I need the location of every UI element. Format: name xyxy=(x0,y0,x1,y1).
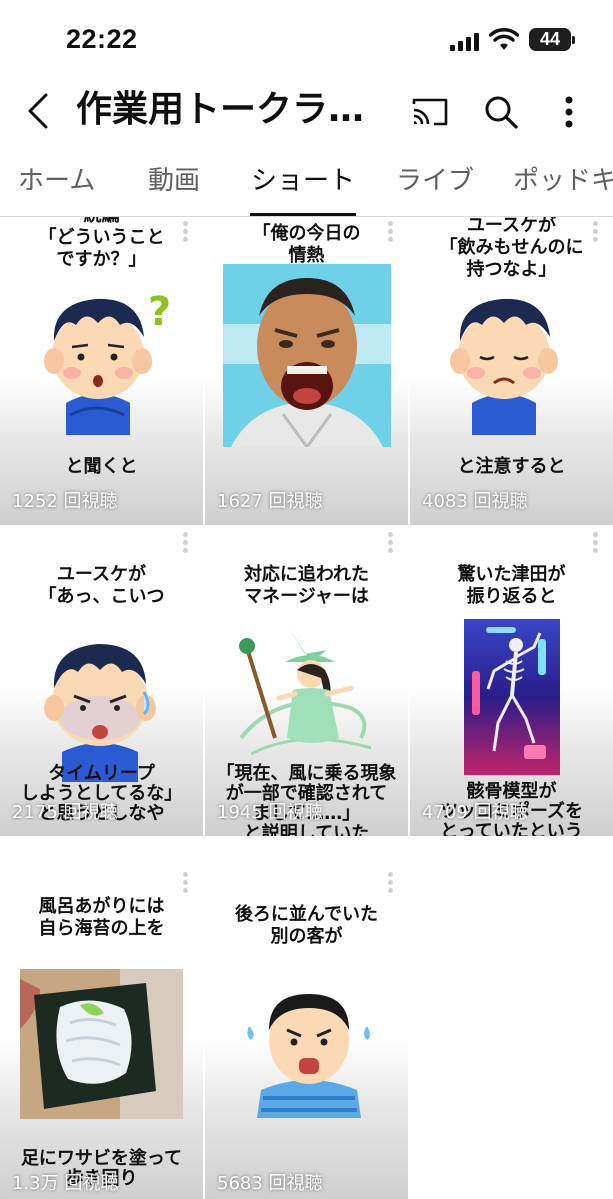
channel-title: 作業用トークラ… xyxy=(76,89,365,130)
channel-header: 作業用トークラ… xyxy=(0,80,613,142)
thumbnail-caption-top: 続編 「どういうこと ですか？」 xyxy=(0,217,203,271)
card-more-icon[interactable] xyxy=(183,221,189,243)
thumbnail-caption-top: 対応に追われた マネージャーは xyxy=(205,564,408,608)
cellular-signal-icon xyxy=(450,33,479,51)
card-more-icon[interactable] xyxy=(388,872,394,894)
caption-line: 振り返ると xyxy=(466,586,557,607)
card-more-icon[interactable] xyxy=(388,532,394,554)
caption-line: 続編 xyxy=(0,217,203,227)
worried-boy-illustration xyxy=(44,644,156,782)
card-more-icon[interactable] xyxy=(593,532,599,554)
status-time: 22:22 xyxy=(66,24,138,54)
annoyed-boy-illustration xyxy=(450,298,558,435)
caption-line: マネージャーは xyxy=(244,586,369,607)
view-count: 1252 回視聴 xyxy=(12,491,118,512)
tab-videos[interactable]: 動画 xyxy=(148,160,200,197)
thumbnail-caption-top: 「俺の今日の 情熱 xyxy=(205,223,408,267)
thumbnail-caption-top: ユースケが 「飲みもせんのに 持つなよ」 xyxy=(410,217,613,281)
caption-line: 「どういうこと xyxy=(38,227,165,248)
caption-line: 驚いた津田が xyxy=(457,564,566,585)
caption-line: 「現在、風に乗る現象 xyxy=(216,763,397,784)
caption-line: 「俺の今日の xyxy=(252,223,361,244)
caption-line: ユースケが xyxy=(466,217,557,236)
search-icon[interactable] xyxy=(481,92,521,132)
caption-line: 後ろに並んでいた xyxy=(234,904,379,925)
thumbnail-caption-bottom: と聞くと xyxy=(0,457,203,477)
card-more-icon[interactable] xyxy=(183,532,189,554)
caption-line: 別の客が xyxy=(270,926,343,947)
caption-line: 足にワサビを塗って xyxy=(20,1148,183,1169)
caption-line: 「あっ、こいつ xyxy=(38,586,165,607)
short-card[interactable]: ユースケが 「飲みもせんのに 持つなよ」 と注意すると 4083 回視聴 xyxy=(410,217,613,525)
short-card[interactable]: 続編 「どういうこと ですか？」 ? と聞くと 1252 回視聴 xyxy=(0,217,203,525)
card-more-icon[interactable] xyxy=(183,872,189,894)
thumbnail-caption-top: 風呂あがりには 自ら海苔の上を xyxy=(0,896,203,940)
battery-nub xyxy=(572,36,575,44)
card-more-icon[interactable] xyxy=(593,221,599,243)
tab-home[interactable]: ホーム xyxy=(18,160,95,197)
tab-shorts[interactable]: ショート xyxy=(251,160,355,197)
cast-icon[interactable] xyxy=(410,92,450,132)
thumbnail-caption-top: 驚いた津田が 振り返ると xyxy=(410,564,613,608)
view-count: 1945 回視聴 xyxy=(217,802,323,823)
thumbnail-caption-top: ユースケが 「あっ、こいつ xyxy=(0,564,203,608)
shouting-man-photo xyxy=(223,264,391,447)
short-card[interactable]: 驚いた津田が 振り返ると 骸骨模型が ツッコミポーズを とっていたという 470… xyxy=(410,528,613,836)
caption-line: 風呂あがりには xyxy=(38,896,165,917)
caption-line: と聞くと xyxy=(65,456,138,477)
caption-line: 「飲みもせんのに xyxy=(439,237,584,258)
caption-line: とっていたという xyxy=(440,821,583,837)
wind-witch-illustration xyxy=(239,628,372,756)
view-count: 1.3万 回視聴 xyxy=(12,1173,119,1194)
tab-live[interactable]: ライブ xyxy=(396,160,474,197)
caption-line: と注意すると xyxy=(457,456,566,477)
channel-tabs: ホーム 動画 ショート ライブ ポッドキ xyxy=(0,152,613,216)
back-button[interactable] xyxy=(18,88,58,134)
caption-line: タイムリープ xyxy=(48,763,155,784)
short-card[interactable]: ユースケが 「あっ、こいつ タイムリープ しようとしてるな」 と思うとしなや 2… xyxy=(0,528,203,836)
svg-text:?: ? xyxy=(148,289,171,335)
shorts-grid: 続編 「どういうこと ですか？」 ? と聞くと 1252 回視聴 xyxy=(0,217,613,1199)
view-count: 4709 回視聴 xyxy=(422,802,528,823)
wifi-icon xyxy=(489,28,519,50)
card-more-icon[interactable] xyxy=(388,221,394,243)
back-arrow-icon xyxy=(28,93,48,129)
thumbnail-caption-top: 後ろに並んでいた 別の客が xyxy=(205,904,408,948)
view-count: 5683 回視聴 xyxy=(217,1173,323,1194)
status-bar: 22:22 44 xyxy=(0,0,613,80)
short-card[interactable]: 風呂あがりには 自ら海苔の上を 足にワサビを塗って 歩き回り 1.3万 回視聴 xyxy=(0,868,203,1199)
caption-line: ユースケが xyxy=(56,564,147,585)
caption-line: ですか？」 xyxy=(56,249,147,270)
view-count: 4083 回視聴 xyxy=(422,491,528,512)
short-card[interactable]: 対応に追われた マネージャーは 「現在、風に乗る現象 が一部で確認されて まして… xyxy=(205,528,408,836)
tab-podcasts[interactable]: ポッドキ xyxy=(513,160,613,197)
caption-line: と説明していた xyxy=(243,823,370,837)
skeleton-neon-image xyxy=(464,619,560,775)
thumbnail-caption-bottom: と注意すると xyxy=(410,457,613,477)
sushi-seaweed-photo xyxy=(20,969,183,1119)
caption-line: 対応に追われた xyxy=(243,564,370,585)
view-count: 1627 回視聴 xyxy=(217,491,323,512)
caption-line: 自ら海苔の上を xyxy=(38,918,165,939)
short-card[interactable]: 後ろに並んでいた 別の客が 5683 回視聴 xyxy=(205,868,408,1199)
battery-indicator: 44 xyxy=(529,28,571,51)
view-count: 2175 回視聴 xyxy=(12,802,118,823)
short-card[interactable]: 「俺の今日の 情熱 1627 回視聴 xyxy=(205,217,408,525)
confused-boy-illustration: ? xyxy=(44,289,171,435)
more-options-icon[interactable] xyxy=(556,92,582,132)
surprised-man-illustration xyxy=(247,994,370,1118)
